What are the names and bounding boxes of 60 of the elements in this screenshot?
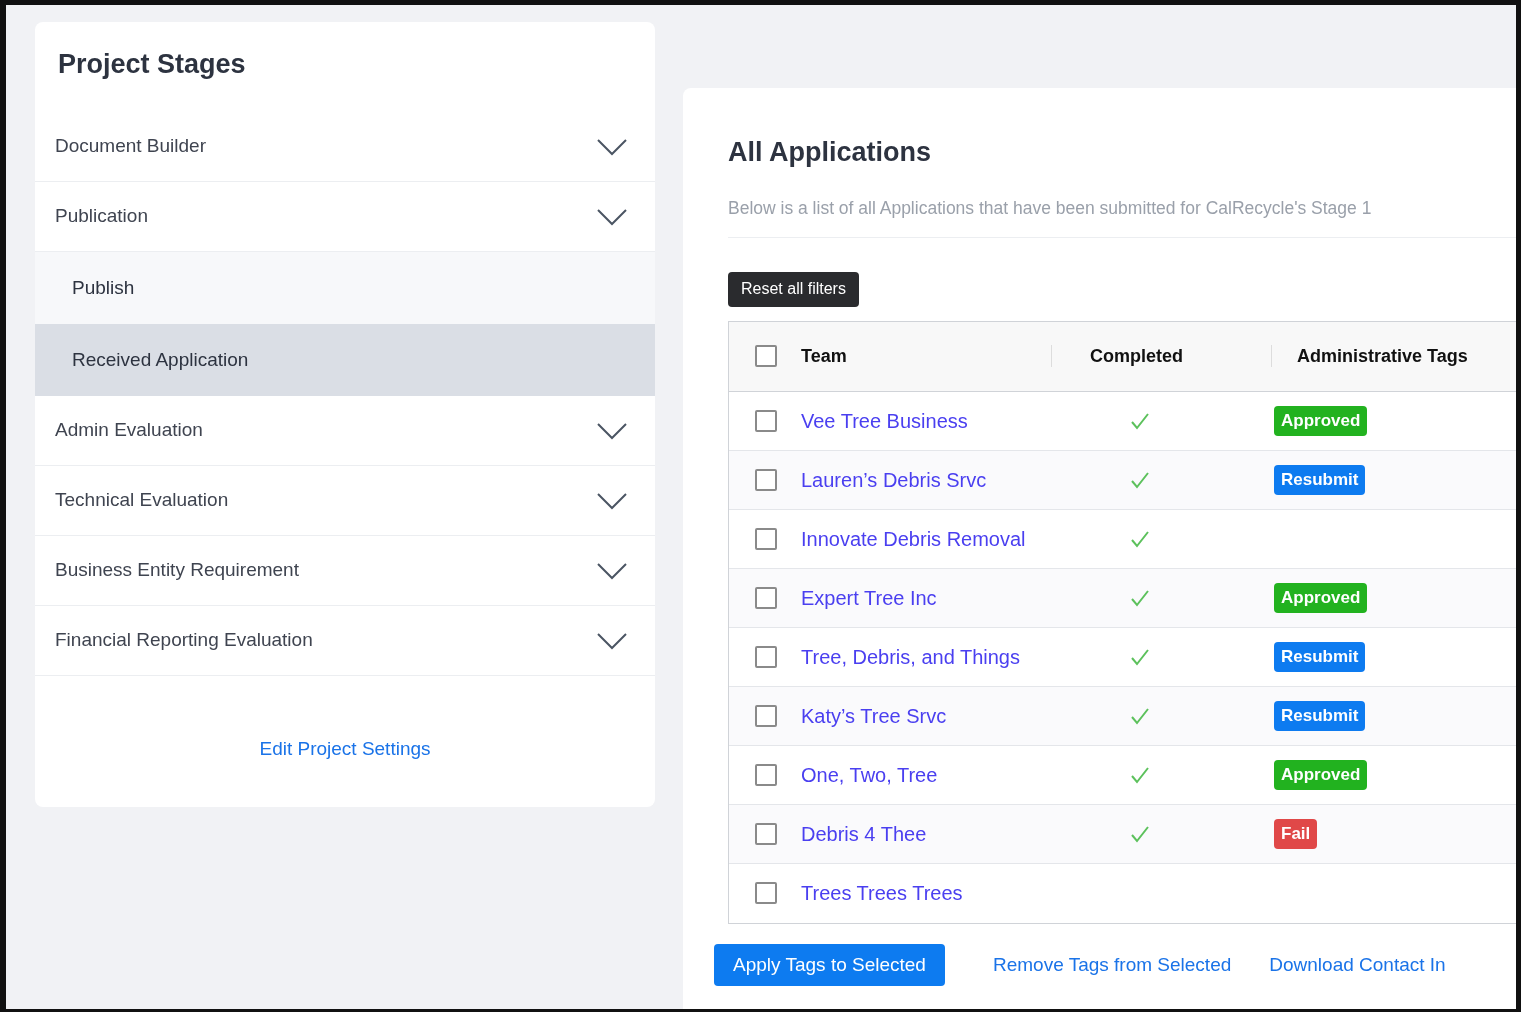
stage-item[interactable]: Technical Evaluation	[35, 466, 655, 536]
team-link[interactable]: One, Two, Tree	[801, 763, 938, 786]
chevron-down-icon	[597, 561, 627, 580]
panel-title: All Applications	[728, 136, 932, 169]
sidebar-title: Project Stages	[57, 48, 247, 81]
chevron-down-icon	[597, 421, 627, 440]
team-link[interactable]: Expert Tree Inc	[801, 586, 937, 609]
stage-item[interactable]: Admin Evaluation	[35, 396, 655, 466]
team-link[interactable]: Debris 4 Thee	[801, 822, 927, 845]
status-tag: Fail	[1274, 819, 1318, 849]
checkbox[interactable]	[755, 468, 777, 491]
status-tag: Approved	[1274, 760, 1368, 790]
stage-label: Technical Evaluation	[55, 488, 229, 513]
substage-item[interactable]: Received Application	[35, 324, 655, 396]
stage-label: Document Builder	[55, 134, 207, 159]
team-link[interactable]: Katy’s Tree Srvc	[801, 704, 947, 727]
table-row[interactable]: Debris 4 Thee Fail	[729, 804, 1516, 864]
remove-tags-link[interactable]: Remove Tags from Selected	[992, 950, 1232, 979]
stage-label: Publication	[55, 204, 148, 229]
checkbox[interactable]	[755, 527, 777, 550]
team-link[interactable]: Innovate Debris Removal	[801, 527, 1026, 550]
chevron-down-icon	[597, 631, 627, 650]
chevron-down-icon	[597, 491, 627, 510]
team-link[interactable]: Lauren’s Debris Srvc	[801, 468, 987, 491]
checkbox[interactable]	[755, 763, 777, 786]
checkbox[interactable]	[755, 586, 777, 609]
team-link[interactable]: Trees Trees Trees	[801, 882, 963, 905]
status-tag: Approved	[1274, 583, 1368, 613]
column-header[interactable]: Administrative Tags	[1297, 345, 1468, 366]
substage-item[interactable]: Publish	[35, 252, 655, 324]
stage-label: Admin Evaluation	[55, 418, 203, 443]
download-contact-link[interactable]: Download Contact In	[1269, 950, 1446, 979]
table-row[interactable]: Expert Tree Inc Approved	[729, 568, 1516, 628]
stage-label: Business Entity Requirement	[55, 558, 299, 583]
status-tag: Resubmit	[1274, 701, 1366, 731]
table-row[interactable]: Lauren’s Debris Srvc Resubmit	[729, 450, 1516, 510]
checkbox[interactable]	[755, 704, 777, 727]
stage-item[interactable]: Business Entity Requirement	[35, 536, 655, 606]
chevron-down-icon	[597, 207, 627, 226]
status-tag: Resubmit	[1274, 642, 1366, 672]
status-tag: Resubmit	[1274, 465, 1366, 495]
checkbox[interactable]	[755, 409, 777, 432]
checkbox[interactable]	[755, 882, 777, 905]
chevron-down-icon	[597, 137, 627, 156]
checkbox[interactable]	[755, 345, 777, 368]
team-link[interactable]: Tree, Debris, and Things	[801, 645, 1020, 668]
apply-tags-button[interactable]: Apply Tags to Selected	[714, 943, 945, 986]
column-header[interactable]: Completed	[1090, 342, 1183, 370]
status-tag: Approved	[1274, 406, 1368, 436]
column-header[interactable]: Team	[801, 342, 847, 370]
edit-settings-link[interactable]: Edit Project Settings	[259, 735, 431, 764]
checkbox[interactable]	[755, 645, 777, 668]
stage-item[interactable]: Financial Reporting Evaluation	[35, 606, 655, 676]
checkbox[interactable]	[755, 822, 777, 845]
team-link[interactable]: Vee Tree Business	[801, 409, 968, 432]
stage-item[interactable]: Document Builder	[35, 112, 655, 182]
reset-filters-button[interactable]: Reset all filters	[728, 271, 859, 307]
panel-description: Below is a list of all Applications that have been submitted for CalRecycle's Stage 1	[728, 194, 1516, 238]
table-row[interactable]: Katy’s Tree Srvc Resubmit	[729, 686, 1516, 746]
stage-label: Financial Reporting Evaluation	[55, 628, 313, 653]
